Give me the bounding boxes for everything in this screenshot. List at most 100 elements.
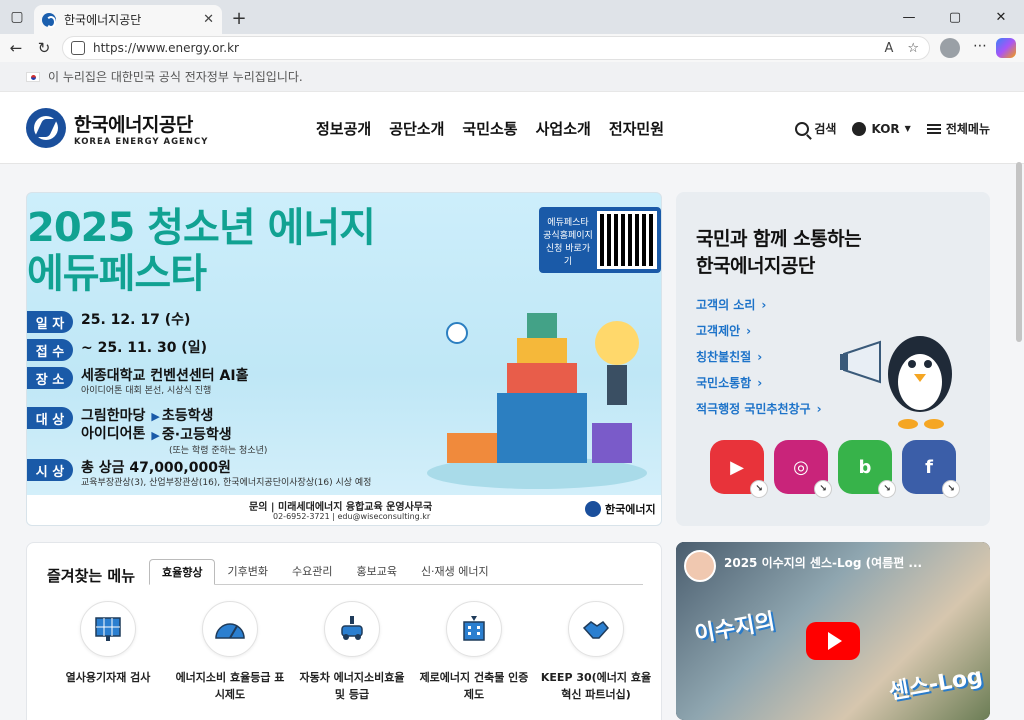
qr-text: 에듀페스타 공식홈페이지 신청 바로가기 [543, 218, 593, 267]
link-praise-complaint[interactable]: 칭찬불친절 › [696, 348, 822, 365]
fav-item-zero-energy-building[interactable]: 제로에너지 건축물 인증제도 [413, 601, 535, 703]
address-bar[interactable]: https://www.energy.or.kr A ☆ [62, 36, 930, 60]
banner-row-venue: 장 소 세종대학교 컨벤션센터 AI홀 아이디어톤 대회 본선, 시상식 진행 [27, 367, 248, 397]
nav-item-info[interactable]: 정보공개 [316, 118, 371, 139]
video-player[interactable]: 2025 이수지의 센스-Log (여름편 ... 이수지의 센스-Log [676, 542, 990, 720]
more-menu-icon[interactable]: ⋯ [970, 38, 990, 58]
banner-row-date: 일 자 25. 12. 17 (수) [27, 311, 190, 333]
tab-efficiency[interactable]: 효율향상 [149, 559, 216, 585]
page-scrollbar[interactable] [1016, 162, 1022, 342]
favorites-title: 즐겨찾는 메뉴 [47, 567, 136, 585]
communication-links: 고객의 소리 › 고객제안 › 칭찬불친절 › 국민소통함 › 적극행정 국민추천창구 › [696, 296, 822, 417]
site-info-icon[interactable] [71, 41, 85, 55]
gauge-icon [202, 601, 258, 657]
tab-climate[interactable]: 기후변화 [215, 558, 279, 584]
gov-notice-bar: 이 누리집은 대한민국 공식 전자정부 누리집입니다. [0, 62, 1024, 92]
close-window-icon[interactable]: ✕ [978, 0, 1024, 34]
caret-down-icon: ▼ [904, 124, 911, 133]
site-header: 한국에너지공단 KOREA ENERGY AGENCY 정보공개 공단소개 국민… [0, 92, 1024, 164]
tab-demand[interactable]: 수요관리 [280, 558, 344, 584]
link-active-admin[interactable]: 적극행정 국민추천창구 › [696, 400, 822, 417]
search-icon [795, 121, 810, 136]
tab-title: 한국에너지공단 [64, 13, 142, 27]
link-communication-box[interactable]: 국민소통함 › [696, 374, 822, 391]
header-utilities: 검색 KOR ▼ 전체메뉴 [795, 120, 990, 137]
arrow-icon: ↘ [814, 480, 832, 498]
browser-tab[interactable]: 한국에너지공단 ✕ [34, 5, 222, 34]
profile-avatar[interactable] [940, 38, 960, 58]
sns-links: ▶ ↘ ◎ ↘ b ↘ f ↘ [710, 440, 960, 498]
nav-item-communication[interactable]: 국민소통 [462, 118, 517, 139]
read-aloud-icon[interactable]: A [884, 41, 893, 56]
main-banner[interactable]: 2025 청소년 에너지 에듀페스타 에듀페스타 공식홈페이지 신청 바로가기 … [26, 192, 662, 526]
nav-item-about[interactable]: 공단소개 [389, 118, 444, 139]
fav-item-heat-equipment[interactable]: 열사용기자재 검사 [47, 601, 169, 703]
kea-logo-small-icon [585, 501, 601, 517]
language-selector[interactable]: KOR ▼ [852, 121, 911, 136]
fav-item-vehicle-efficiency[interactable]: 자동차 에너지소비효율 및 등급 [291, 601, 413, 703]
refresh-icon[interactable]: ↻ [32, 36, 56, 60]
youtube-button[interactable]: ▶ ↘ [710, 440, 768, 498]
chevron-right-icon: › [816, 402, 822, 416]
blog-icon: b [858, 456, 872, 478]
youtube-play-icon[interactable] [806, 622, 860, 660]
banner-contact: 문의 | 미래세대에너지 융합교육 운영사무국 [249, 502, 433, 513]
fav-item-keep30[interactable]: KEEP 30(에너지 효율혁신 파트너십) [535, 601, 657, 703]
hamburger-menu-icon [926, 123, 941, 134]
video-title[interactable]: 2025 이수지의 센스-Log (여름편 ... [724, 554, 944, 571]
facebook-button[interactable]: f ↘ [902, 440, 960, 498]
instagram-button[interactable]: ◎ ↘ [774, 440, 832, 498]
nav-item-civil-service[interactable]: 전자민원 [609, 118, 664, 139]
logo-name-ko: 한국에너지공단 [74, 113, 193, 136]
korea-flag-icon [26, 71, 40, 82]
site-favicon-icon [42, 12, 56, 28]
solar-panel-icon [80, 601, 136, 657]
link-customer-voice[interactable]: 고객의 소리 › [696, 296, 822, 313]
minimize-icon[interactable]: — [886, 0, 932, 34]
favorites-items: 열사용기자재 검사 에너지소비 효율등급 표시제도 자동차 에너지소비효율 및 … [47, 601, 657, 703]
building-icon [446, 601, 502, 657]
address-bar-row: ← ↻ https://www.energy.or.kr A ☆ ⋯ [0, 34, 1024, 62]
blog-button[interactable]: b ↘ [838, 440, 896, 498]
gov-notice-text[interactable]: 이 누리집은 대한민국 공식 전자정부 누리집입니다. [48, 68, 303, 85]
fav-item-efficiency-label[interactable]: 에너지소비 효율등급 표시제도 [169, 601, 291, 703]
communication-card: 국민과 함께 소통하는 한국에너지공단 고객의 소리 › 고객제안 › 칭찬불친절 ›… [676, 192, 990, 526]
arrow-icon: ↘ [942, 480, 960, 498]
maximize-icon[interactable]: ▢ [932, 0, 978, 34]
nav-item-business[interactable]: 사업소개 [536, 118, 591, 139]
youtube-icon: ▶ [730, 456, 744, 478]
globe-icon [852, 121, 867, 136]
copilot-icon[interactable] [996, 38, 1016, 58]
favorite-star-icon[interactable]: ☆ [907, 41, 919, 56]
banner-title: 2025 청소년 에너지 에듀페스타 [27, 205, 376, 297]
all-menu-button[interactable]: 전체메뉴 [926, 120, 990, 137]
chevron-right-icon: › [761, 298, 767, 312]
main-navigation: 정보공개 공단소개 국민소통 사업소개 전자민원 [316, 118, 664, 139]
facebook-icon: f [925, 456, 933, 478]
tab-actions-icon[interactable]: ▢ [4, 4, 30, 30]
search-button[interactable]: 검색 [795, 120, 836, 137]
qr-code-icon [597, 211, 657, 269]
site-logo[interactable]: 한국에너지공단 KOREA ENERGY AGENCY [26, 108, 208, 148]
instagram-icon: ◎ [793, 456, 809, 478]
kea-logo-icon [26, 108, 66, 148]
close-tab-icon[interactable]: ✕ [203, 12, 214, 27]
favorites-panel: 즐겨찾는 메뉴 효율향상 기후변화 수요관리 홍보교육 신·재생 에너지 열사용… [26, 542, 662, 720]
tab-renewable[interactable]: 신·재생 에너지 [409, 558, 501, 584]
link-customer-proposal[interactable]: 고객제안 › [696, 322, 822, 339]
new-tab-button[interactable]: + [226, 5, 252, 31]
channel-avatar[interactable] [684, 550, 716, 582]
arrow-icon: ↘ [878, 480, 896, 498]
banner-footer: 문의 | 미래세대에너지 융합교육 운영사무국 02-6952-3721 | e… [27, 495, 661, 525]
ev-charger-icon [324, 601, 380, 657]
window-controls: — ▢ ✕ [886, 0, 1024, 34]
chevron-right-icon: › [746, 324, 752, 338]
banner-contact-detail: 02-6952-3721 | edu@wiseconsulting.kr [273, 512, 431, 521]
banner-row-prize: 시 상 총 상금 47,000,000원 교육부장관상(3), 산업부장관상(1… [27, 459, 371, 489]
banner-illustration [427, 313, 647, 489]
url-text: https://www.energy.or.kr [93, 41, 239, 55]
tab-promotion[interactable]: 홍보교육 [344, 558, 408, 584]
logo-name-en: KOREA ENERGY AGENCY [74, 136, 209, 147]
qr-signup-box[interactable]: 에듀페스타 공식홈페이지 신청 바로가기 [539, 207, 661, 273]
back-icon[interactable]: ← [4, 36, 28, 60]
